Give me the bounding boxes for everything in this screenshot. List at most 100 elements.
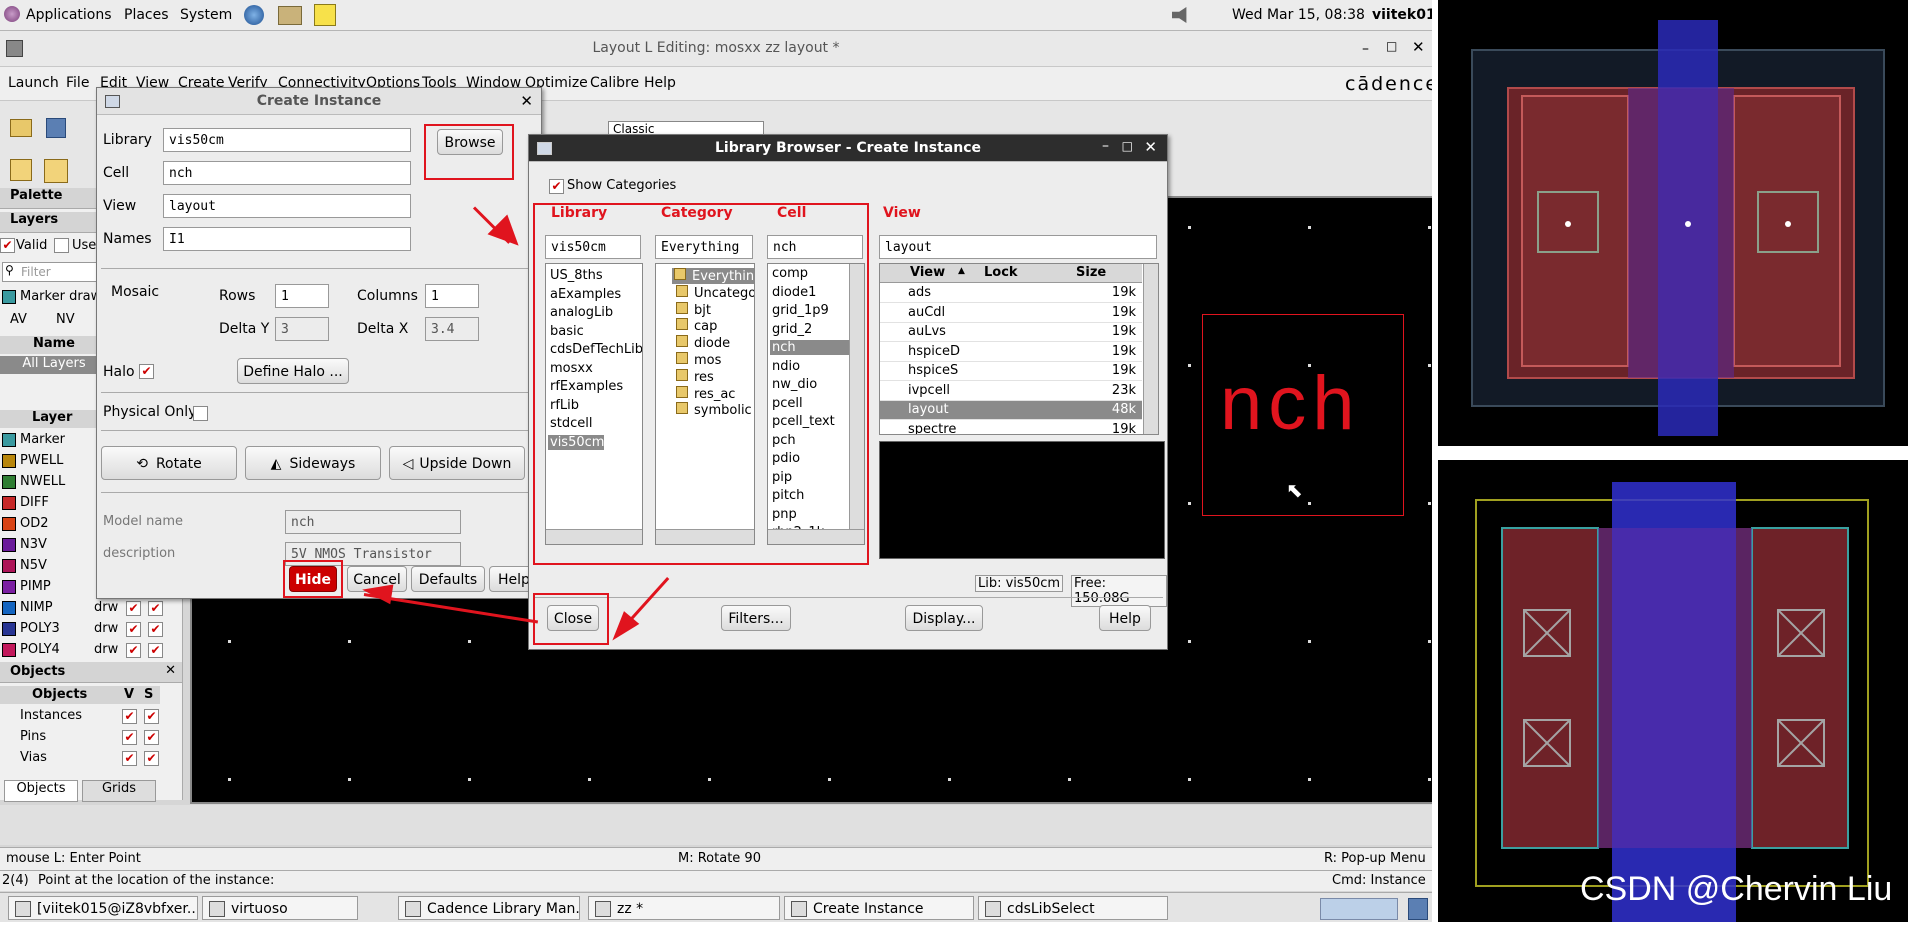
cell-item[interactable]: pch: [772, 433, 850, 448]
cell-filter[interactable]: nch: [767, 235, 863, 259]
cell-item[interactable]: grid_2: [772, 322, 850, 337]
size-header[interactable]: Size: [1076, 265, 1106, 280]
category-item[interactable]: diode: [676, 335, 730, 351]
cell-item[interactable]: pip: [772, 470, 850, 485]
tab-grids[interactable]: Grids: [82, 780, 156, 802]
workspace-switcher[interactable]: [1320, 898, 1398, 920]
open-icon[interactable]: [10, 119, 32, 137]
library-item[interactable]: basic: [550, 324, 584, 339]
layer-selectable-checkbox[interactable]: ✔: [148, 601, 163, 616]
help-button[interactable]: Help: [1099, 605, 1151, 631]
lock-header[interactable]: Lock: [984, 265, 1018, 280]
filter-field[interactable]: ⚲ Filter: [2, 262, 98, 282]
cell-field[interactable]: nch: [163, 161, 411, 185]
task-terminal[interactable]: [viitek015@iZ8vbfxer...: [8, 896, 198, 920]
cell-item[interactable]: pcell: [772, 396, 850, 411]
cell-item[interactable]: diode1: [772, 285, 850, 300]
rows-field[interactable]: 1: [275, 284, 329, 308]
menu-launch[interactable]: Launch: [8, 75, 59, 91]
notes-launcher-icon[interactable]: [314, 4, 336, 26]
library-item[interactable]: rfLib: [550, 398, 579, 413]
cell-item[interactable]: pitch: [772, 488, 850, 503]
user-name[interactable]: viitek015: [1372, 7, 1432, 23]
view-row[interactable]: ivpcell 23k: [880, 382, 1142, 401]
upside-down-button[interactable]: ◁ Upside Down: [389, 446, 525, 480]
view-row[interactable]: spectre 19k: [880, 421, 1142, 435]
sideways-button[interactable]: ◭ Sideways: [245, 446, 381, 480]
browser-launcher-icon[interactable]: [244, 5, 264, 25]
delta-y-field[interactable]: 3: [275, 317, 329, 341]
view-header[interactable]: View: [910, 265, 945, 280]
cell-item[interactable]: nch: [770, 340, 850, 355]
task-zz-layout[interactable]: zz *: [588, 896, 780, 920]
dialog-close-icon[interactable]: ✕: [1144, 138, 1157, 156]
command-line-area[interactable]: [0, 805, 1432, 845]
cell-item[interactable]: comp: [772, 266, 850, 281]
view-field[interactable]: layout: [163, 194, 411, 218]
cell-item[interactable]: pcell_text: [772, 414, 850, 429]
layer-row[interactable]: POLY3 drw ✔ ✔: [0, 619, 175, 639]
av-button[interactable]: AV: [10, 312, 27, 327]
maximize-icon[interactable]: □: [1386, 39, 1397, 53]
clock[interactable]: Wed Mar 15, 08:38: [1232, 7, 1365, 23]
volume-icon[interactable]: [1172, 7, 1187, 23]
view-row[interactable]: layout 48k: [880, 401, 1142, 420]
library-item[interactable]: cdsDefTechLib: [550, 342, 642, 357]
view-row[interactable]: auCdl 19k: [880, 304, 1142, 323]
valid-checkbox[interactable]: ✔: [0, 238, 15, 253]
maximize-icon[interactable]: □: [1122, 139, 1133, 153]
cell-list[interactable]: comp diode1 grid_1p9 grid_2 nch ndio nw_dio pce…: [767, 263, 865, 545]
cell-item[interactable]: nw_dio: [772, 377, 850, 392]
view-row[interactable]: ads 19k: [880, 284, 1142, 303]
category-item[interactable]: res: [676, 368, 714, 385]
layer-visible-checkbox[interactable]: ✔: [126, 643, 141, 658]
library-item[interactable]: US_8ths: [550, 268, 603, 283]
library-browser-title[interactable]: Library Browser - Create Instance: [529, 135, 1167, 162]
horizontal-scrollbar[interactable]: [768, 529, 864, 544]
filters-button[interactable]: Filters...: [721, 605, 791, 631]
view-row[interactable]: hspiceS 19k: [880, 362, 1142, 381]
view-table[interactable]: View ▲ Lock Size ads 19k auCdl 19k auLvs 19k h…: [879, 263, 1159, 435]
object-selectable-checkbox[interactable]: ✔: [144, 730, 159, 745]
menu-file[interactable]: File: [66, 75, 89, 91]
layer-selectable-checkbox[interactable]: ✔: [148, 622, 163, 637]
places-menu[interactable]: Places: [124, 7, 169, 23]
vertical-scrollbar[interactable]: [849, 264, 864, 530]
category-filter[interactable]: Everything: [655, 235, 753, 259]
browse-button[interactable]: Browse: [437, 129, 503, 155]
columns-field[interactable]: 1: [425, 284, 479, 308]
mail-launcher-icon[interactable]: [278, 6, 302, 25]
category-item[interactable]: Everything: [672, 268, 754, 284]
halo-checkbox[interactable]: ✔: [139, 364, 154, 379]
nv-button[interactable]: NV: [56, 312, 75, 327]
task-virtuoso[interactable]: virtuoso: [202, 896, 358, 920]
library-item[interactable]: mosxx: [550, 361, 593, 376]
horizontal-scrollbar[interactable]: [656, 529, 754, 544]
show-categories-checkbox[interactable]: ✔: [549, 179, 564, 194]
defaults-button[interactable]: Defaults: [411, 566, 485, 592]
all-layers-item[interactable]: All Layers: [0, 356, 108, 374]
category-item[interactable]: symbolic: [676, 402, 752, 418]
minimize-icon[interactable]: –: [1362, 41, 1369, 57]
gnome-foot-icon[interactable]: [4, 6, 20, 22]
view-filter[interactable]: layout: [879, 235, 1157, 259]
task-cdslibselect[interactable]: cdsLibSelect: [978, 896, 1168, 920]
library-item[interactable]: aExamples: [550, 287, 621, 302]
cell-item[interactable]: grid_1p9: [772, 303, 850, 318]
category-item[interactable]: res_ac: [676, 385, 735, 402]
tab-objects[interactable]: Objects: [4, 780, 78, 802]
category-item[interactable]: mos: [676, 352, 721, 368]
select-icon[interactable]: [10, 159, 32, 181]
define-halo-button[interactable]: Define Halo ...: [237, 358, 349, 384]
stretch-icon[interactable]: [44, 159, 68, 183]
object-visible-checkbox[interactable]: ✔: [122, 730, 137, 745]
library-item[interactable]: analogLib: [550, 305, 613, 320]
layer-row[interactable]: POLY4 drw ✔ ✔: [0, 640, 175, 660]
layer-visible-checkbox[interactable]: ✔: [126, 601, 141, 616]
category-item[interactable]: cap: [676, 318, 717, 334]
layer-visible-checkbox[interactable]: ✔: [126, 622, 141, 637]
vertical-scrollbar[interactable]: [1143, 264, 1158, 434]
save-icon[interactable]: [46, 118, 66, 138]
category-item[interactable]: bjt: [676, 301, 711, 318]
trash-icon[interactable]: [1408, 898, 1428, 920]
